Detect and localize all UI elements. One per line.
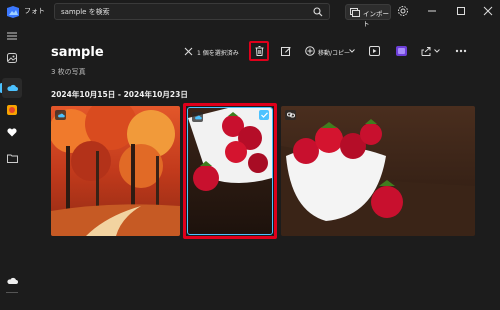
cloud-icon[interactable] — [2, 78, 22, 98]
heart-icon[interactable] — [2, 122, 22, 142]
share-chevron-icon[interactable] — [434, 49, 440, 53]
import-button[interactable]: インポート — [345, 4, 391, 28]
cloud-icon — [55, 110, 66, 120]
search-text: sample を検索 — [61, 8, 110, 16]
search-input[interactable]: sample を検索 — [54, 3, 330, 20]
edit-icon[interactable] — [281, 46, 291, 56]
selected-checkbox[interactable] — [259, 110, 269, 120]
maximize-icon[interactable] — [455, 5, 467, 17]
selected-count: 1 個を選択済み — [197, 50, 239, 57]
folder-icon[interactable] — [2, 148, 22, 168]
photo-strawberries-bowl[interactable] — [281, 106, 475, 236]
menu-icon[interactable] — [2, 26, 22, 46]
rail-divider — [6, 292, 18, 293]
trash-icon — [255, 46, 264, 56]
gear-icon[interactable] — [397, 5, 409, 17]
photos-logo-icon — [6, 5, 20, 19]
close-icon[interactable] — [184, 47, 193, 56]
import-label: インポート — [363, 10, 389, 28]
cloud-bottom-icon[interactable] — [2, 271, 22, 291]
share-icon[interactable] — [421, 46, 432, 56]
image-icon[interactable] — [2, 48, 22, 68]
page-title: sample — [51, 45, 104, 60]
onedrive-icon[interactable] — [2, 100, 22, 120]
chevron-down-icon[interactable] — [349, 49, 355, 53]
cloud-icon — [192, 112, 203, 122]
photo-count: 3 枚の写真 — [51, 68, 86, 76]
more-icon[interactable] — [455, 49, 467, 53]
clipchamp-icon[interactable] — [396, 46, 407, 56]
photo-strawberries-selected[interactable] — [187, 107, 273, 235]
app-title: フォト — [24, 7, 45, 15]
slideshow-icon[interactable] — [369, 46, 380, 56]
minimize-icon[interactable] — [426, 5, 438, 17]
search-icon[interactable] — [313, 7, 323, 17]
delete-button[interactable] — [249, 41, 269, 61]
close-window-icon[interactable] — [482, 5, 494, 17]
move-icon[interactable] — [305, 46, 315, 56]
date-range-heading: 2024年10月15日 - 2024年10月23日 — [51, 90, 188, 99]
move-copy-button[interactable]: 移動/コピー — [318, 48, 350, 57]
link-icon — [285, 110, 296, 120]
photo-autumn-forest[interactable] — [51, 106, 180, 236]
import-icon — [350, 8, 360, 17]
